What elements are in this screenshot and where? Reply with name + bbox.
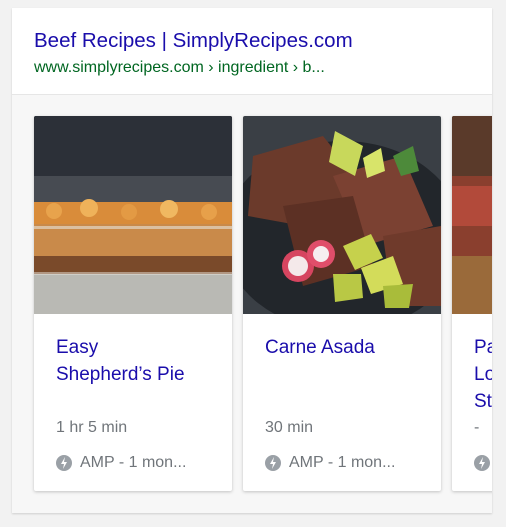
amp-bolt-icon	[56, 455, 72, 471]
recipe-title[interactable]: Easy Shepherd’s Pie	[56, 334, 226, 388]
recipe-title[interactable]: Carne Asada	[265, 334, 435, 361]
recipe-image-steak	[452, 116, 492, 314]
search-result-card: Beef Recipes | SimplyRecipes.com www.sim…	[12, 8, 492, 513]
recipe-source-label: AMP - 1 mon...	[289, 454, 396, 471]
recipe-title[interactable]: Par Lor Ste	[474, 334, 492, 415]
recipe-source: A	[474, 453, 492, 473]
amp-bolt-icon	[265, 455, 281, 471]
recipe-card-carne-asada[interactable]: Carne Asada 30 min AMP - 1 mon...	[243, 116, 441, 491]
recipe-source-label: AMP - 1 mon...	[80, 454, 187, 471]
recipe-image-carne-asada	[243, 116, 441, 314]
amp-bolt-icon	[474, 455, 490, 471]
recipe-source: AMP - 1 mon...	[265, 453, 395, 473]
recipe-time: 1 hr 5 min	[56, 419, 128, 436]
recipe-card-shepherds-pie[interactable]: Easy Shepherd’s Pie 1 hr 5 min AMP - 1 m…	[34, 116, 232, 491]
recipe-carousel[interactable]: Easy Shepherd’s Pie 1 hr 5 min AMP - 1 m…	[12, 95, 492, 513]
recipe-card-partial[interactable]: Par Lor Ste - A	[452, 116, 492, 491]
recipe-time: 30 min	[265, 419, 314, 436]
result-title-link[interactable]: Beef Recipes | SimplyRecipes.com	[34, 29, 353, 53]
recipe-source: AMP - 1 mon...	[56, 453, 186, 473]
result-url[interactable]: www.simplyrecipes.com › ingredient › b..…	[34, 58, 325, 78]
recipe-image-shepherds-pie	[34, 116, 232, 314]
result-header: Beef Recipes | SimplyRecipes.com www.sim…	[12, 8, 492, 95]
recipe-time: -	[474, 419, 480, 436]
